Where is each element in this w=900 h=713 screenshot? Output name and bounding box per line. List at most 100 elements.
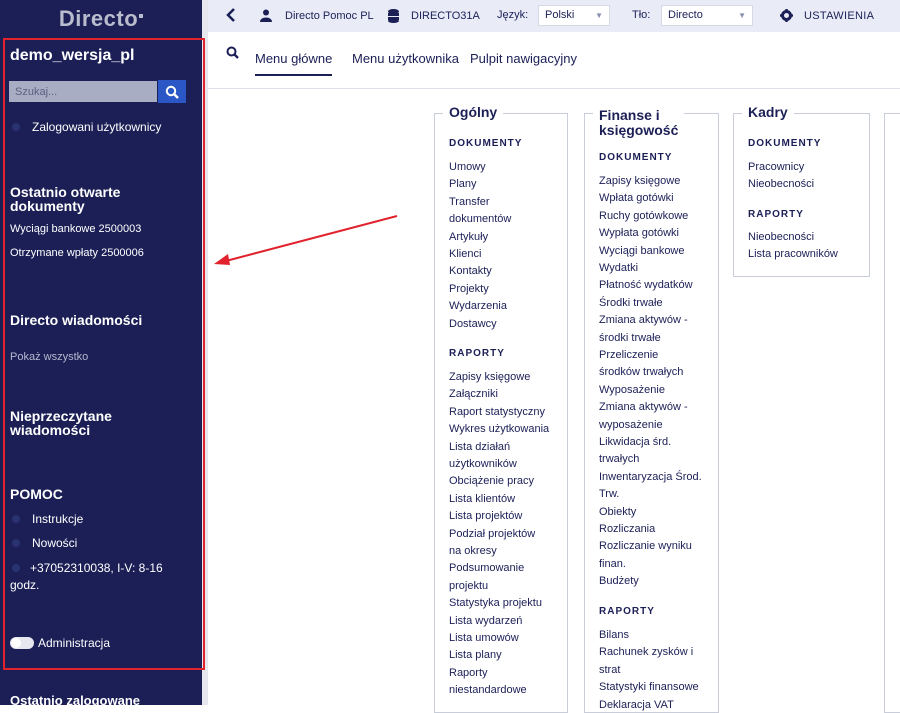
- menu-link[interactable]: Pracownicy: [748, 161, 804, 173]
- language-select[interactable]: Polski ▼: [538, 5, 610, 26]
- collapse-sidebar-button[interactable]: [226, 8, 236, 22]
- menu-link[interactable]: Obiekty: [599, 506, 636, 518]
- menu-link[interactable]: Likwidacja śrd.: [599, 436, 671, 448]
- menu-link[interactable]: Lista klientów: [449, 493, 515, 505]
- menu-link[interactable]: Zmiana aktywów -: [599, 401, 688, 413]
- menu-link[interactable]: Nieobecności: [748, 231, 814, 243]
- menu-link[interactable]: niestandardowe: [449, 684, 527, 696]
- chevron-down-icon: ▼: [738, 11, 746, 20]
- menu-link[interactable]: Bilans: [599, 629, 629, 641]
- menu-link[interactable]: Artykuły: [449, 231, 488, 243]
- menu-link[interactable]: Lista działań: [449, 441, 510, 453]
- menu-link[interactable]: finan.: [599, 558, 626, 570]
- show-all-news-link[interactable]: Pokaż wszystko: [10, 351, 88, 363]
- menu-link[interactable]: Plany: [449, 178, 477, 190]
- menu-link[interactable]: Załączniki: [449, 388, 498, 400]
- menu-link[interactable]: Trw.: [599, 488, 619, 500]
- menu-link[interactable]: Zapisy księgowe: [449, 371, 530, 383]
- search-icon: [165, 85, 179, 99]
- user-icon: [260, 9, 272, 22]
- menu-link[interactable]: Wyciągi bankowe: [599, 245, 685, 257]
- background-label: Tło:: [632, 9, 651, 21]
- top-bar: Directo Pomoc PL DIRECTO31A Język: Polsk…: [208, 0, 900, 32]
- directo-logo[interactable]: Directo: [0, 6, 202, 32]
- tab-main-menu[interactable]: Menu główne: [255, 51, 333, 76]
- menu-link[interactable]: Wpłata gotówki: [599, 192, 674, 204]
- menu-link[interactable]: Rozliczanie wyniku: [599, 540, 692, 552]
- menu-link[interactable]: środki trwałe: [599, 332, 661, 344]
- menu-link[interactable]: Projekty: [449, 283, 489, 295]
- menu-link[interactable]: Budżety: [599, 575, 639, 587]
- menu-link[interactable]: Środki trwałe: [599, 297, 663, 309]
- background-select[interactable]: Directo ▼: [661, 5, 753, 26]
- database-menu[interactable]: DIRECTO31A: [388, 9, 480, 23]
- menu-search-button[interactable]: [226, 46, 239, 64]
- menu-link[interactable]: wyposażenie: [599, 419, 663, 431]
- menu-link[interactable]: Raporty: [449, 667, 488, 679]
- section-heading: RAPORTY: [449, 348, 505, 359]
- menu-link[interactable]: Płatność wydatków: [599, 279, 693, 291]
- last-logged-heading: Ostatnio zalogowane: [10, 693, 141, 705]
- menu-link[interactable]: Transfer: [449, 196, 490, 208]
- menu-link[interactable]: Zapisy księgowe: [599, 175, 680, 187]
- recent-doc-link[interactable]: Otrzymane wpłaty 2500006: [10, 247, 144, 259]
- sidebar-search-input[interactable]: [9, 81, 157, 102]
- phone-icon: [12, 564, 20, 572]
- menu-link[interactable]: Obciążenie pracy: [449, 475, 534, 487]
- menu-link[interactable]: Lista projektów: [449, 510, 522, 522]
- menu-link[interactable]: Przeliczenie: [599, 349, 658, 361]
- menu-link[interactable]: na okresy: [449, 545, 497, 557]
- menu-link[interactable]: Nieobecności: [748, 178, 814, 190]
- menu-link[interactable]: Lista pracowników: [748, 248, 838, 260]
- menu-link[interactable]: Podział projektów: [449, 528, 535, 540]
- menu-link[interactable]: Klienci: [449, 248, 481, 260]
- search-button[interactable]: [158, 80, 186, 103]
- book-icon: [12, 515, 20, 523]
- menu-link[interactable]: Wykres użytkowania: [449, 423, 549, 435]
- menu-link[interactable]: projektu: [449, 580, 488, 592]
- instructions-link[interactable]: Instrukcje: [12, 512, 83, 526]
- menu-link[interactable]: Lista wydarzeń: [449, 615, 522, 627]
- menu-link[interactable]: Inwentaryzacja Środ.: [599, 471, 702, 483]
- news-link[interactable]: Nowości: [12, 536, 77, 550]
- company-name[interactable]: demo_wersja_pl: [10, 47, 135, 65]
- column-title: Kadry: [742, 105, 794, 120]
- menu-link[interactable]: Wydatki: [599, 262, 638, 274]
- menu-link[interactable]: Umowy: [449, 161, 486, 173]
- menu-link[interactable]: użytkowników: [449, 458, 517, 470]
- menu-link[interactable]: dokumentów: [449, 213, 511, 225]
- menu-link[interactable]: Podsumowanie: [449, 562, 524, 574]
- phone-contact[interactable]: +37052310038, I-V: 8-16 godz.: [10, 560, 170, 594]
- menu-link[interactable]: Kontakty: [449, 265, 492, 277]
- column-title: Ogólny: [443, 105, 504, 120]
- menu-link[interactable]: Lista plany: [449, 649, 502, 661]
- tab-user-menu[interactable]: Menu użytkownika: [352, 51, 459, 66]
- settings-button[interactable]: USTAWIENIA: [780, 9, 874, 22]
- recent-doc-link[interactable]: Wyciągi bankowe 2500003: [10, 223, 141, 235]
- menu-link[interactable]: środków trwałych: [599, 366, 683, 378]
- recent-docs-heading: Ostatnio otwarte dokumenty: [10, 184, 121, 214]
- menu-link[interactable]: Statystyka projektu: [449, 597, 542, 609]
- menu-link[interactable]: Wypłata gotówki: [599, 227, 679, 239]
- menu-tabs: Menu główne Menu użytkownika Pulpit nawi…: [208, 33, 900, 89]
- menu-link[interactable]: Rachunek zysków i: [599, 646, 693, 658]
- section-heading: DOKUMENTY: [449, 138, 523, 149]
- menu-link[interactable]: trwałych: [599, 453, 639, 465]
- menu-link[interactable]: Wyposażenie: [599, 384, 665, 396]
- menu-link[interactable]: strat: [599, 664, 620, 676]
- menu-link[interactable]: Wydarzenia: [449, 300, 507, 312]
- menu-link[interactable]: Statystyki finansowe: [599, 681, 699, 693]
- unread-heading: Nieprzeczytane wiadomości: [10, 408, 112, 438]
- logged-users-link[interactable]: Zalogowani użytkownicy: [12, 120, 161, 134]
- admin-toggle[interactable]: [10, 637, 34, 649]
- menu-link[interactable]: Ruchy gotówkowe: [599, 210, 688, 222]
- user-menu[interactable]: Directo Pomoc PL: [260, 9, 374, 22]
- menu-link[interactable]: Dostawcy: [449, 318, 497, 330]
- section-heading: DOKUMENTY: [599, 152, 673, 163]
- tab-dashboard[interactable]: Pulpit nawigacyjny: [470, 51, 577, 66]
- menu-link[interactable]: Lista umowów: [449, 632, 519, 644]
- menu-link[interactable]: Rozliczania: [599, 523, 655, 535]
- menu-link[interactable]: Zmiana aktywów -: [599, 314, 688, 326]
- menu-link[interactable]: Raport statystyczny: [449, 406, 545, 418]
- sidebar-resize-handle[interactable]: [202, 0, 208, 705]
